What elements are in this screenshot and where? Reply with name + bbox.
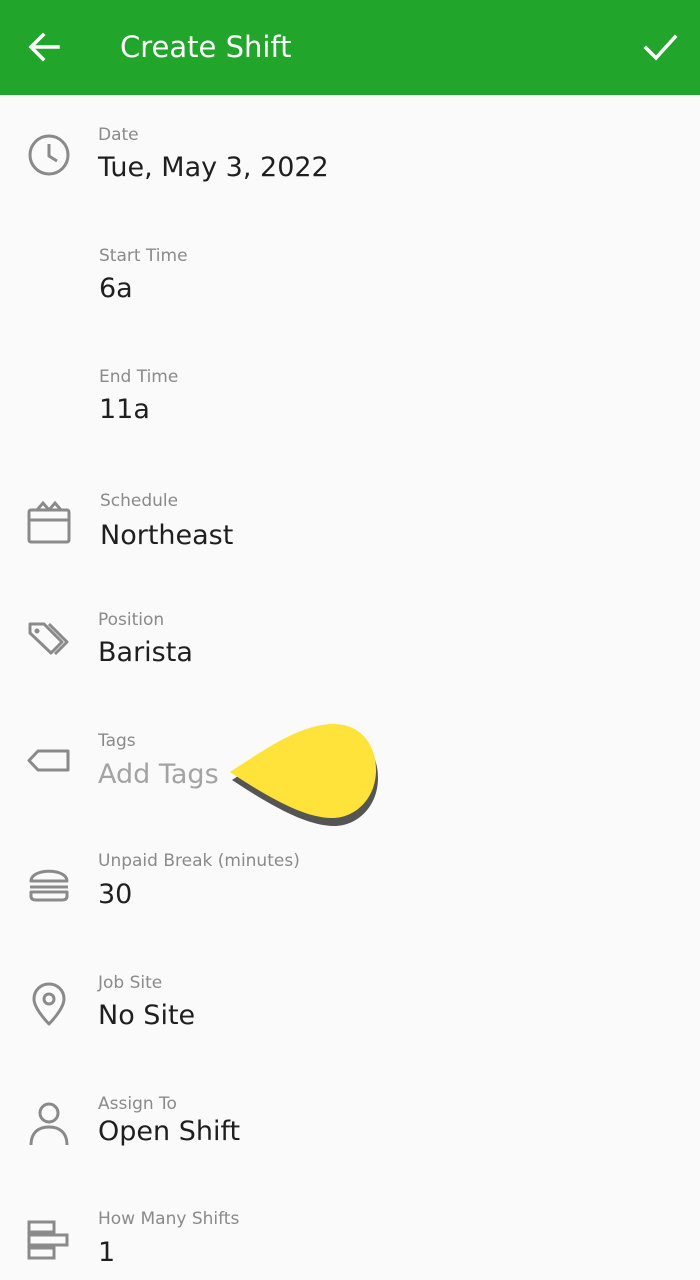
person-icon [24, 1099, 74, 1149]
save-button[interactable] [636, 24, 684, 70]
tooltip-pointer [230, 724, 378, 826]
job-site-value: No Site [98, 1000, 196, 1031]
start-time-value: 6a [99, 273, 133, 304]
back-button[interactable] [22, 24, 68, 70]
schedule-label: Schedule [100, 491, 179, 511]
date-label: Date [98, 125, 139, 145]
date-value: Tue, May 3, 2022 [98, 152, 329, 183]
position-field[interactable]: Position Barista [0, 595, 700, 711]
tags-icon [24, 615, 74, 665]
start-time-field[interactable]: Start Time 6a [0, 231, 700, 347]
how-many-shifts-value: 1 [98, 1237, 116, 1268]
assign-to-field[interactable]: Assign To Open Shift [0, 1079, 700, 1195]
shifts-stack-icon [24, 1216, 74, 1266]
arrow-back-icon [28, 32, 60, 62]
end-time-value: 11a [99, 394, 150, 425]
unpaid-break-field[interactable]: Unpaid Break (minutes) 30 [0, 836, 700, 952]
clock-icon [24, 130, 74, 180]
how-many-shifts-field[interactable]: How Many Shifts 1 [0, 1196, 700, 1280]
tags-label: Tags [98, 731, 136, 751]
unpaid-break-label: Unpaid Break (minutes) [98, 851, 300, 871]
start-time-label: Start Time [99, 246, 188, 266]
end-time-label: End Time [99, 367, 179, 387]
assign-to-label: Assign To [98, 1094, 177, 1114]
tags-input[interactable]: Add Tags [98, 757, 219, 793]
schedule-value: Northeast [100, 520, 234, 551]
check-icon [643, 34, 678, 61]
schedule-field[interactable]: Schedule Northeast [0, 476, 700, 592]
job-site-label: Job Site [98, 973, 163, 993]
position-value: Barista [98, 637, 193, 668]
unpaid-break-value: 30 [98, 879, 133, 910]
date-field[interactable]: Date Tue, May 3, 2022 [0, 110, 700, 226]
app-bar: Create Shift [0, 0, 700, 95]
job-site-field[interactable]: Job Site No Site [0, 958, 700, 1074]
tag-icon [24, 736, 74, 786]
page-title: Create Shift [120, 30, 292, 64]
end-time-field[interactable]: End Time 11a [0, 352, 700, 468]
assign-to-value: Open Shift [98, 1116, 241, 1147]
location-pin-icon [24, 980, 74, 1030]
how-many-shifts-label: How Many Shifts [98, 1209, 240, 1229]
calendar-icon [24, 498, 74, 548]
burger-icon [24, 858, 74, 908]
position-label: Position [98, 610, 165, 630]
